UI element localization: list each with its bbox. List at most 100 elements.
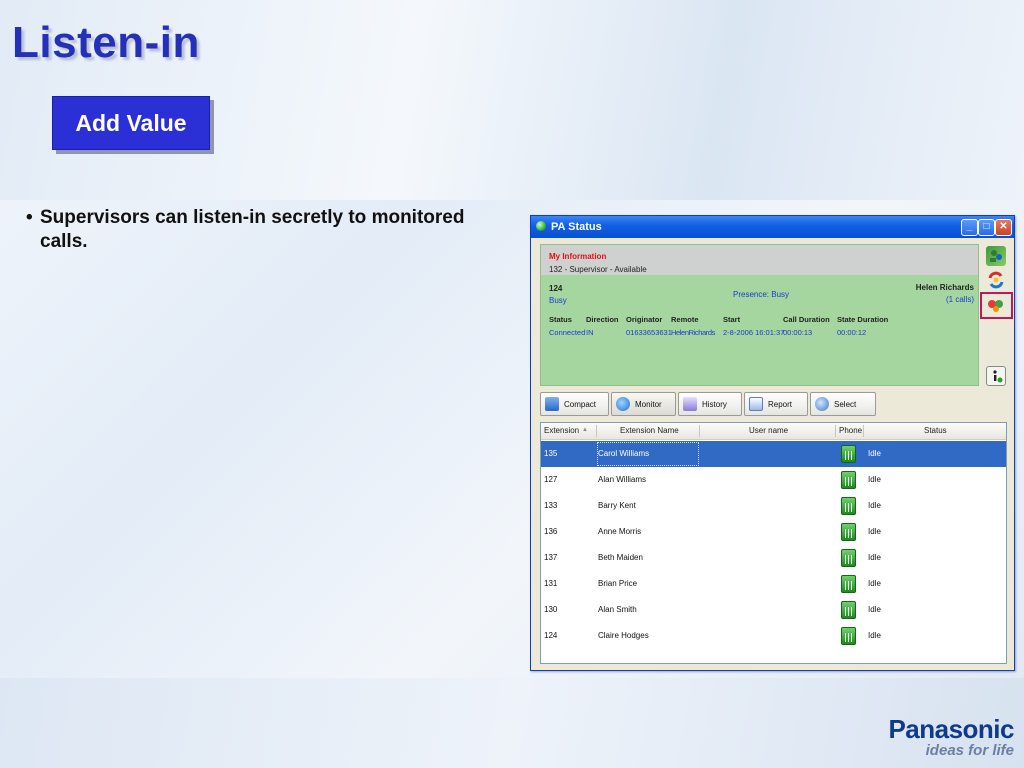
row-extension: 127 (544, 475, 558, 484)
table-row[interactable]: 130 Alan Smith Idle (541, 597, 1006, 623)
header-divider (596, 425, 597, 437)
row-extension-name: Beth Maiden (598, 553, 643, 562)
row-extension: 133 (544, 501, 558, 510)
compact-button[interactable]: Compact (540, 392, 609, 416)
call-originator: 01633653631 (626, 328, 672, 337)
row-extension: 124 (544, 631, 558, 640)
table-row[interactable]: 135 Carol Williams Idle (541, 441, 1006, 467)
header-status[interactable]: Status (924, 426, 947, 435)
col-remote: Remote (671, 315, 699, 324)
sort-arrow-icon: ▲ (582, 427, 588, 433)
info-icon[interactable] (986, 366, 1006, 386)
phone-icon (841, 575, 856, 593)
row-extension: 135 (544, 449, 558, 458)
brand-tagline: ideas for life (925, 742, 1014, 759)
compact-label: Compact (564, 399, 597, 409)
app-icon (536, 221, 546, 231)
panasonic-logo: Panasonic ideas for life (888, 716, 1014, 760)
select-label: Select (834, 399, 857, 409)
phone-icon (841, 497, 856, 515)
table-row[interactable]: 133 Barry Kent Idle (541, 493, 1006, 519)
row-status: Idle (868, 527, 881, 536)
row-extension: 131 (544, 579, 558, 588)
add-value-badge: Add Value (52, 96, 210, 150)
header-divider (835, 425, 836, 437)
bullet-dot: • (26, 207, 33, 228)
history-button[interactable]: History (678, 392, 742, 416)
call-start: 2-8-2006 16:01:37 (723, 328, 785, 337)
header-extension[interactable]: Extension (544, 426, 579, 435)
info-header: My Information 132 - Supervisor - Availa… (541, 245, 978, 275)
phone-icon (841, 549, 856, 567)
row-extension-name: Alan Smith (598, 605, 637, 614)
select-button[interactable]: Select (810, 392, 876, 416)
header-phone[interactable]: Phone (839, 426, 862, 435)
monitor-icon (616, 397, 630, 411)
row-extension-name: Alan Williams (598, 475, 647, 484)
col-status: Status (549, 315, 572, 324)
row-extension: 130 (544, 605, 558, 614)
monitor-label: Monitor (635, 399, 662, 409)
row-extension-name: Barry Kent (598, 501, 636, 510)
row-extension-name: Claire Hodges (598, 631, 649, 640)
header-divider (863, 425, 864, 437)
call-direction: IN (586, 328, 594, 337)
phone-icon (841, 601, 856, 619)
phone-icon (841, 523, 856, 541)
phone-icon (841, 445, 856, 463)
call-count: (1 calls) (945, 295, 974, 304)
brand-name: Panasonic (888, 714, 1014, 744)
col-state-duration: State Duration (837, 315, 889, 324)
col-start: Start (723, 315, 741, 324)
row-status: Idle (868, 605, 881, 614)
row-extension-name: Brian Price (598, 579, 638, 588)
select-icon (815, 397, 829, 411)
call-remote: HelenRichards (671, 328, 715, 337)
bullet-text: Supervisors can listen-in secretly to mo… (40, 207, 465, 252)
report-button[interactable]: Report (744, 392, 808, 416)
history-icon (683, 397, 697, 411)
current-user-name: Helen Richards (915, 283, 974, 292)
compact-icon (545, 397, 559, 411)
row-status: Idle (868, 475, 881, 484)
table-row[interactable]: 127 Alan Williams Idle (541, 467, 1006, 493)
my-information-panel: My Information 132 - Supervisor - Availa… (540, 244, 979, 386)
table-row[interactable]: 137 Beth Maiden Idle (541, 545, 1006, 571)
extension-table: Extension ▲ Extension Name User name Pho… (540, 422, 1007, 664)
my-information-heading: My Information (549, 252, 607, 261)
slide-title: Listen-in (12, 18, 200, 67)
row-extension: 137 (544, 553, 558, 562)
col-originator: Originator (626, 315, 663, 324)
background-band-bottom (0, 678, 1024, 768)
history-label: History (702, 399, 727, 409)
close-button[interactable]: ✕ (995, 219, 1012, 236)
row-status: Idle (868, 579, 881, 588)
table-row[interactable]: 124 Claire Hodges Idle (541, 623, 1006, 649)
table-row[interactable]: 136 Anne Morris Idle (541, 519, 1006, 545)
row-status: Idle (868, 631, 881, 640)
table-row[interactable]: 131 Brian Price Idle (541, 571, 1006, 597)
header-extension-name[interactable]: Extension Name (620, 426, 679, 435)
row-extension: 136 (544, 527, 558, 536)
header-divider (699, 425, 700, 437)
phone-icon (841, 627, 856, 645)
transfer-icon[interactable] (986, 270, 1006, 290)
report-icon (749, 397, 763, 411)
row-extension-name: Anne Morris (598, 527, 642, 536)
minimize-button[interactable]: _ (961, 219, 978, 236)
col-direction: Direction (586, 315, 619, 324)
contacts-icon[interactable] (986, 246, 1006, 266)
call-status: Connected (549, 328, 586, 337)
current-state: Busy (549, 296, 567, 305)
report-label: Report (768, 399, 793, 409)
header-user-name[interactable]: User name (749, 426, 788, 435)
row-status: Idle (868, 449, 881, 458)
maximize-button[interactable]: □ (978, 219, 995, 236)
current-extension: 124 (549, 284, 563, 293)
supervisor-line: 132 - Supervisor - Available (549, 265, 647, 274)
monitor-button[interactable]: Monitor (611, 392, 676, 416)
title-bar[interactable]: PA Status _ □ ✕ (531, 216, 1014, 238)
bullet-point: • Supervisors can listen-in secretly to … (26, 206, 466, 254)
call-duration: 00:00:13 (783, 328, 813, 337)
row-status: Idle (868, 501, 881, 510)
